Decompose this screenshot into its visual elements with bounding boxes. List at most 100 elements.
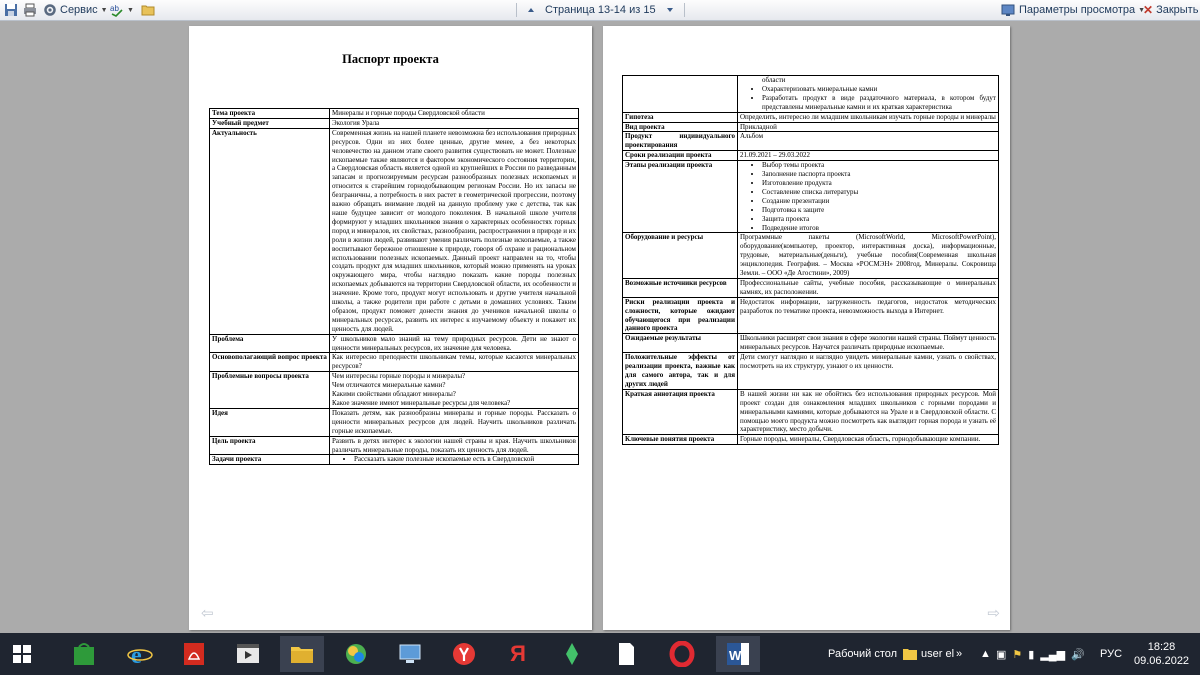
row-label: Проблемные вопросы проекта (209, 371, 330, 409)
spelling-icon: ab (110, 4, 123, 17)
row-value: Современная жизнь на нашей планете невоз… (329, 127, 579, 335)
bullet-list: областиОхарактеризовать минеральные камн… (740, 76, 996, 111)
separator (684, 3, 685, 17)
signal-tray-icon[interactable]: ▂▄▆ (1040, 648, 1065, 661)
chevron-down-icon: ▼ (100, 6, 108, 14)
view-params-icon (1001, 4, 1015, 16)
row-label: Оборудование и ресурсы (622, 232, 738, 279)
prev-page-button[interactable] (524, 2, 538, 18)
flag-tray-icon[interactable]: ⚑ (1012, 648, 1022, 661)
file-explorer-icon[interactable] (280, 636, 324, 672)
row-label: Цель проекта (209, 435, 330, 456)
table-row: Учебный предмет Экология Урала (209, 117, 579, 129)
row-value: Программные пакеты (MicrosoftWorld, Micr… (737, 232, 999, 279)
row-label: Актуальность (209, 127, 330, 335)
network-tray-icon[interactable]: ▮ (1028, 648, 1034, 661)
bullet-item: Защита проекта (762, 215, 996, 224)
folder-icon (903, 649, 917, 660)
acrobat-reader-icon[interactable] (172, 636, 216, 672)
value-line: Какое значение имеют минеральные ресурсы… (332, 399, 511, 407)
chevron-down-icon: ▼ (127, 6, 134, 14)
spelling-button[interactable]: ab ▼ (110, 2, 134, 18)
table-row: Этапы реализации проектаВыбор темы проек… (622, 160, 999, 234)
bullet-item: Выбор темы проекта (762, 162, 996, 170)
table-row: Актуальность Современная жизнь на нашей п… (209, 127, 579, 335)
table-row: Тема проекта Минералы и горные породы Све… (209, 108, 579, 119)
blank-document-icon[interactable] (604, 636, 648, 672)
yandex-browser-icon[interactable] (442, 636, 486, 672)
view-params-menu[interactable]: Параметры просмотра ▼ (1001, 2, 1145, 18)
row-label: Этапы реализации проекта (622, 160, 738, 234)
taskbar-window-button[interactable]: user el » (902, 633, 962, 675)
clock[interactable]: 18:28 09.06.2022 (1134, 633, 1189, 675)
table-row: Ключевые понятия проекта Горные породы, м… (622, 434, 999, 446)
video-editor-icon[interactable] (226, 636, 270, 672)
table-row: Ожидаемые результаты Школьники расширят с… (622, 333, 999, 354)
page-indicator: Страница 13-14 из 15 (545, 4, 656, 16)
row-value: Дети смогут наглядно и наглядно увидеть … (737, 352, 999, 390)
clock-date: 09.06.2022 (1134, 655, 1190, 667)
bullet-item: Составление списка литературы (762, 188, 996, 197)
bullet-list: Выбор темы проектаЗаполнение паспорта пр… (740, 162, 996, 232)
yandex-icon[interactable]: Я (496, 636, 540, 672)
table-row: Цель проекта Развить в детях интерес к эк… (209, 435, 579, 456)
start-button[interactable] (0, 636, 44, 672)
printer-tray-icon[interactable]: ▣ (996, 648, 1006, 661)
desktop-toolbar-label[interactable]: Рабочий стол (828, 633, 897, 675)
close-label: Закрыть (1156, 4, 1199, 16)
service-label: Сервис (60, 4, 98, 16)
project-passport-table-continued: областиОхарактеризовать минеральные камн… (622, 75, 999, 446)
show-hidden-icons-icon[interactable]: ▲ (980, 633, 991, 675)
row-value: Экология Урала (329, 117, 579, 129)
tray-icons: ▣ ⚑ ▮ ▂▄▆ 🔊 (996, 633, 1085, 675)
table-row: Положительные эффекты от реализации прое… (622, 352, 999, 390)
prev-arrow-icon[interactable]: ⇦ (201, 604, 214, 622)
print-icon[interactable] (23, 2, 37, 18)
table-row: областиОхарактеризовать минеральные камн… (622, 75, 999, 113)
row-value: Выбор темы проектаЗаполнение паспорта пр… (737, 160, 999, 234)
volume-tray-icon[interactable]: 🔊 (1071, 648, 1085, 661)
row-value: Школьники расширят свои знания в сфере э… (737, 333, 999, 354)
save-icon[interactable] (4, 2, 18, 18)
bullet-item: Создание презентации (762, 197, 996, 206)
row-label: Положительные эффекты от реализации прое… (622, 352, 738, 390)
close-button[interactable]: ✕ Закрыть (1143, 2, 1198, 18)
next-page-button[interactable] (663, 2, 677, 18)
table-row: Основополагающий вопрос проекта Как интер… (209, 352, 579, 373)
table-row: Задачи проекта Рассказать какие полезные … (209, 454, 579, 466)
table-row: Вид проекта Прикладной (622, 121, 999, 133)
internet-explorer-icon[interactable]: e (118, 636, 162, 672)
folder-icon[interactable] (141, 2, 155, 18)
bullet-item: области (762, 76, 786, 84)
photo-viewer-icon[interactable] (334, 636, 378, 672)
table-row: Возможные источники ресурсов Профессионал… (622, 277, 999, 298)
word-icon[interactable]: W (716, 636, 760, 672)
service-menu[interactable]: Сервис ▼ (43, 2, 108, 18)
bullet-item: Разработать продукт в виде раздаточного … (762, 94, 996, 111)
row-label: Гипотеза (622, 111, 738, 123)
page-title: Паспорт проекта (342, 52, 439, 66)
store-icon[interactable] (62, 636, 106, 672)
print-preview-toolbar: Сервис ▼ ab ▼ Страница 13-14 из 15 Парам… (0, 0, 1200, 21)
taskbar: e Я W Рабочий стол user el » ▲ ▣ ⚑ ▮ ▂▄▆… (0, 633, 1200, 675)
table-row: Проблема У школьников мало знаний на тему… (209, 333, 579, 354)
table-row: Оборудование и ресурсы Программные пакеты… (622, 232, 999, 279)
row-value: У школьников мало знаний на тему природн… (329, 333, 579, 354)
remote-desktop-icon[interactable] (388, 636, 432, 672)
row-value: В нашей жизни ни как не обойтись без исп… (737, 388, 999, 436)
language-indicator[interactable]: РУС (1100, 633, 1122, 675)
bullet-item: Изготовление продукта (762, 179, 996, 188)
row-label: Краткая аннотация проекта (622, 388, 738, 436)
project-passport-table: Тема проекта Минералы и горные породы Све… (209, 108, 579, 466)
bullet-list: Рассказать какие полезные ископаемые ест… (332, 456, 576, 464)
table-row: Продукт индивидуального проектирования Ал… (622, 131, 999, 152)
row-value: Альбом (737, 131, 999, 152)
next-arrow-icon[interactable]: ⇨ (987, 604, 1000, 622)
value-line: Чем отличаются минеральные камни? (332, 381, 446, 390)
row-label: Проблема (209, 333, 330, 354)
bullet-item: Рассказать какие полезные ископаемые ест… (354, 456, 576, 464)
game-launcher-icon[interactable] (550, 636, 594, 672)
row-value: Рассказать какие полезные ископаемые ест… (329, 454, 579, 466)
opera-icon[interactable] (660, 636, 704, 672)
row-value: Минералы и горные породы Свердловской об… (329, 108, 579, 119)
